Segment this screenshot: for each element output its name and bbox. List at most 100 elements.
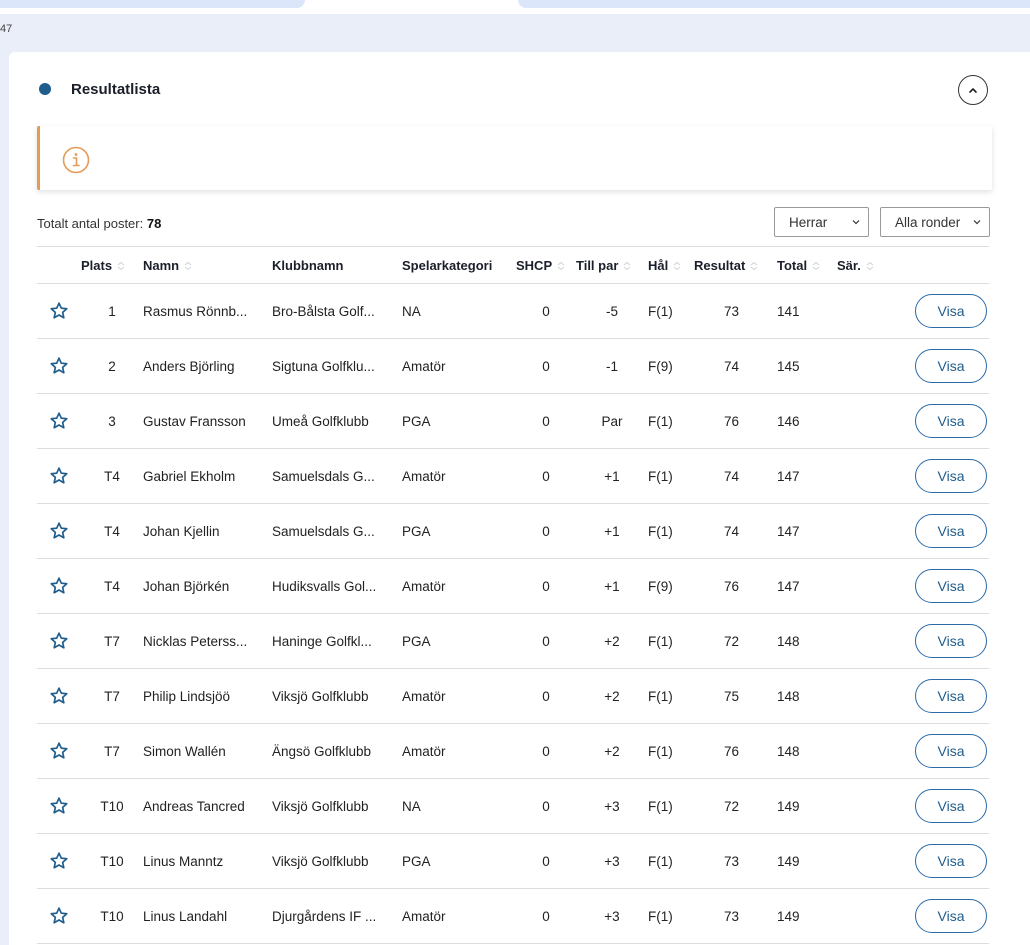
table-row: T10 Andreas Tancred Viksjö Golfklubb NA … [37,778,989,834]
cell-namn: Gustav Fransson [143,393,272,449]
cell-plats: 1 [81,283,143,339]
visa-button[interactable]: Visa [915,459,987,493]
visa-button[interactable]: Visa [915,514,987,548]
favorite-star-icon[interactable] [37,338,81,394]
col-resultat[interactable]: Resultat [694,246,769,284]
cell-sar [837,778,895,834]
cell-namn: Rasmus Rönnb... [143,283,272,339]
chevron-down-icon [973,220,981,225]
visa-button[interactable]: Visa [915,569,987,603]
col-tillpar-label: Till par [576,257,619,273]
cell-total: 145 [769,338,837,394]
cell-tillpar: -5 [576,283,648,339]
cell-total: 147 [769,448,837,504]
cell-klubbnamn: Samuelsdals G... [272,448,402,504]
cell-sar [837,283,895,339]
cell-tillpar: +3 [576,833,648,889]
gender-select[interactable]: Herrar [774,207,869,237]
cell-tillpar: +2 [576,613,648,669]
col-total[interactable]: Total [769,246,837,284]
cell-actions: Visa [895,338,989,394]
cell-spelarkategori: Amatör [402,668,516,724]
cell-tillpar: +3 [576,778,648,834]
cell-klubbnamn: Viksjö Golfklubb [272,668,402,724]
visa-button[interactable]: Visa [915,734,987,768]
cell-shcp: 0 [516,558,576,614]
cell-shcp: 0 [516,283,576,339]
visa-button[interactable]: Visa [915,899,987,933]
cell-shcp: 0 [516,503,576,559]
cell-spelarkategori: PGA [402,503,516,559]
cell-shcp: 0 [516,338,576,394]
cell-resultat: 74 [694,338,769,394]
cell-tillpar: +1 [576,503,648,559]
cell-klubbnamn: Sigtuna Golfklu... [272,338,402,394]
visa-button[interactable]: Visa [915,679,987,713]
cell-sar [837,613,895,669]
favorite-star-icon[interactable] [37,888,81,944]
favorite-star-icon[interactable] [37,503,81,559]
visa-button[interactable]: Visa [915,404,987,438]
cell-plats: T4 [81,503,143,559]
cell-total: 148 [769,668,837,724]
rounds-select[interactable]: Alla ronder [880,207,990,237]
col-tillpar[interactable]: Till par [576,246,648,284]
table-row: T4 Gabriel Ekholm Samuelsdals G... Amatö… [37,448,989,504]
info-box [37,126,992,190]
cell-sar [837,393,895,449]
table-row: T7 Simon Wallén Ängsö Golfklubb Amatör 0… [37,723,989,779]
col-actions [895,246,989,284]
chevron-up-icon [969,88,977,93]
col-sar[interactable]: Sär. [837,246,895,284]
results-card: Resultatlista Totalt antal poster: 78 He… [9,52,1030,945]
cell-actions: Visa [895,723,989,779]
favorite-star-icon[interactable] [37,723,81,779]
visa-button[interactable]: Visa [915,294,987,328]
cell-klubbnamn: Viksjö Golfklubb [272,778,402,834]
visa-button[interactable]: Visa [915,844,987,878]
favorite-star-icon[interactable] [37,448,81,504]
cell-resultat: 75 [694,668,769,724]
cell-shcp: 0 [516,393,576,449]
favorite-star-icon[interactable] [37,558,81,614]
cell-klubbnamn: Viksjö Golfklubb [272,833,402,889]
favorite-star-icon[interactable] [37,393,81,449]
breadcrumb-text: 47 [0,23,13,35]
table-row: 1 Rasmus Rönnb... Bro-Bålsta Golf... NA … [37,283,989,339]
total-value: 78 [146,216,162,231]
favorite-star-icon[interactable] [37,283,81,339]
favorite-star-icon[interactable] [37,778,81,834]
cell-tillpar: +2 [576,723,648,779]
section-header: Resultatlista [39,78,160,100]
col-resultat-label: Resultat [694,257,746,273]
col-klubbnamn-label: Klubbnamn [272,257,344,273]
collapse-button[interactable] [958,75,988,105]
col-shcp[interactable]: SHCP [516,246,576,284]
cell-spelarkategori: PGA [402,613,516,669]
cell-total: 147 [769,558,837,614]
col-sar-label: Sär. [837,257,861,273]
col-plats[interactable]: Plats [81,246,143,284]
cell-tillpar: Par [576,393,648,449]
col-hal[interactable]: Hål [648,246,694,284]
cell-total: 141 [769,283,837,339]
favorite-star-icon[interactable] [37,833,81,889]
visa-button[interactable]: Visa [915,624,987,658]
cell-plats: T10 [81,778,143,834]
cell-hal: F(9) [648,558,694,614]
cell-hal: F(1) [648,448,694,504]
cell-resultat: 72 [694,613,769,669]
cell-tillpar: +1 [576,558,648,614]
info-icon [62,146,90,179]
cell-resultat: 74 [694,503,769,559]
col-namn[interactable]: Namn [143,246,272,284]
breadcrumb: 47 [0,14,1030,44]
favorite-star-icon[interactable] [37,668,81,724]
favorite-star-icon[interactable] [37,613,81,669]
visa-button[interactable]: Visa [915,349,987,383]
sort-icon [623,262,631,271]
cell-sar [837,888,895,944]
visa-button[interactable]: Visa [915,789,987,823]
cell-plats: T4 [81,448,143,504]
cell-resultat: 76 [694,723,769,779]
